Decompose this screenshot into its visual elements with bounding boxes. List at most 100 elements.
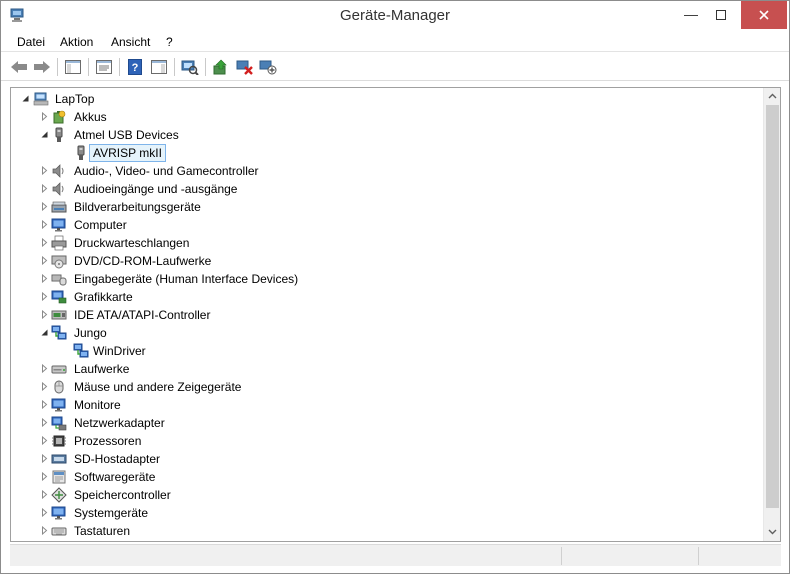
tree-row[interactable]: Monitore [11, 396, 763, 414]
scrollbar-thumb[interactable] [766, 105, 779, 508]
tree-row[interactable]: Grafikkarte [11, 288, 763, 306]
tree-row[interactable]: Akkus [11, 108, 763, 126]
tree-item-label[interactable]: IDE ATA/ATAPI-Controller [74, 306, 210, 324]
tree-row[interactable]: Audioeingänge und -ausgänge [11, 180, 763, 198]
minimize-button[interactable]: — [677, 1, 705, 29]
back-arrow-icon [11, 61, 27, 73]
add-legacy-hardware-button[interactable] [257, 56, 279, 78]
scan-hardware-button[interactable] [179, 56, 201, 78]
tree-item-label[interactable]: Tastaturen [74, 522, 130, 540]
tree-item-label[interactable]: Prozessoren [74, 432, 141, 450]
tree-row[interactable]: Netzwerkadapter [11, 414, 763, 432]
tree-row[interactable]: Bildverarbeitungsgeräte [11, 198, 763, 216]
action-pane-button[interactable] [148, 56, 170, 78]
help-button[interactable]: ? [124, 56, 146, 78]
tree-row[interactable]: Mäuse und andere Zeigegeräte [11, 378, 763, 396]
collapsed-triangle-icon[interactable] [40, 184, 49, 193]
tree-row[interactable]: IDE ATA/ATAPI-Controller [11, 306, 763, 324]
tree-item-label[interactable]: Speichercontroller [74, 486, 171, 504]
tree-row[interactable]: Laufwerke [11, 360, 763, 378]
collapsed-triangle-icon[interactable] [40, 400, 49, 409]
tree-item-label[interactable]: Jungo [74, 324, 107, 342]
close-button[interactable] [741, 1, 787, 29]
tree-item-label[interactable]: Mäuse und andere Zeigegeräte [74, 378, 241, 396]
collapsed-triangle-icon[interactable] [40, 382, 49, 391]
properties-button[interactable] [93, 56, 115, 78]
collapsed-triangle-icon[interactable] [40, 472, 49, 481]
tree-item-label[interactable]: Softwaregeräte [74, 468, 155, 486]
menu-aktion[interactable]: Aktion [58, 33, 95, 51]
tree-item-label[interactable]: Audioeingänge und -ausgänge [74, 180, 237, 198]
tree-item-label[interactable]: Audio-, Video- und Gamecontroller [74, 162, 259, 180]
tree-row[interactable]: Speichercontroller [11, 486, 763, 504]
forward-button[interactable] [31, 56, 53, 78]
collapsed-triangle-icon[interactable] [40, 508, 49, 517]
tree-row[interactable]: Tastaturen [11, 522, 763, 540]
scroll-down-button[interactable] [764, 524, 780, 541]
tree-row[interactable]: SD-Hostadapter [11, 450, 763, 468]
tree-item-label[interactable]: Computer [74, 216, 127, 234]
tree-item-label[interactable]: Eingabegeräte (Human Interface Devices) [74, 270, 298, 288]
tree-item-label[interactable]: SD-Hostadapter [74, 450, 160, 468]
tree-item-label-selected[interactable]: AVRISP mkII [89, 144, 166, 162]
toolbar-separator [57, 58, 58, 76]
collapsed-triangle-icon[interactable] [40, 364, 49, 373]
collapsed-triangle-icon[interactable] [40, 166, 49, 175]
collapsed-triangle-icon[interactable] [40, 274, 49, 283]
collapsed-triangle-icon[interactable] [40, 220, 49, 229]
tree-row[interactable]: DVD/CD-ROM-Laufwerke [11, 252, 763, 270]
tree-item-label[interactable]: Atmel USB Devices [74, 126, 179, 144]
vertical-scrollbar[interactable] [763, 88, 780, 541]
tree-item-label[interactable]: WinDriver [93, 342, 146, 360]
maximize-icon [716, 10, 726, 20]
scroll-up-button[interactable] [764, 88, 780, 105]
collapsed-triangle-icon[interactable] [40, 436, 49, 445]
expanded-triangle-icon[interactable] [40, 130, 49, 139]
uninstall-device-button[interactable] [234, 56, 256, 78]
collapsed-triangle-icon[interactable] [40, 310, 49, 319]
maximize-button[interactable] [707, 1, 735, 29]
collapsed-triangle-icon[interactable] [40, 526, 49, 535]
tree-row[interactable]: Jungo [11, 324, 763, 342]
collapsed-triangle-icon[interactable] [40, 454, 49, 463]
expanded-triangle-icon[interactable] [21, 94, 30, 103]
tree-row[interactable]: Audio-, Video- und Gamecontroller [11, 162, 763, 180]
tree-row[interactable]: LapTop [11, 90, 763, 108]
title-bar[interactable]: Geräte-Manager — [1, 1, 789, 31]
tree-item-label[interactable]: Systemgeräte [74, 504, 148, 522]
tree-item-label[interactable]: Netzwerkadapter [74, 414, 165, 432]
menu-ansicht[interactable]: Ansicht [109, 33, 152, 51]
collapsed-triangle-icon[interactable] [40, 112, 49, 121]
tree-item-label[interactable]: LapTop [55, 90, 94, 108]
tree-row[interactable]: Systemgeräte [11, 504, 763, 522]
tree-item-label[interactable]: Druckwarteschlangen [74, 234, 189, 252]
tree-item-label[interactable]: Monitore [74, 396, 121, 414]
collapsed-triangle-icon[interactable] [40, 256, 49, 265]
collapsed-triangle-icon[interactable] [40, 490, 49, 499]
menu-help[interactable]: ? [164, 33, 175, 51]
tree-row[interactable]: WinDriver [11, 342, 763, 360]
tree-row[interactable]: Softwaregeräte [11, 468, 763, 486]
tree-item-label[interactable]: Akkus [74, 108, 107, 126]
collapsed-triangle-icon[interactable] [40, 238, 49, 247]
console-tree-button[interactable] [62, 56, 84, 78]
device-tree[interactable]: LapTop Akkus Atmel USB Devices AVRISP mkII A… [11, 88, 763, 541]
tree-item-label[interactable]: Laufwerke [74, 360, 129, 378]
tree-row[interactable]: Prozessoren [11, 432, 763, 450]
tree-row[interactable]: AVRISP mkII [11, 144, 763, 162]
update-driver-button[interactable] [210, 56, 232, 78]
tree-row[interactable]: Eingabegeräte (Human Interface Devices) [11, 270, 763, 288]
tree-row[interactable]: Druckwarteschlangen [11, 234, 763, 252]
tree-row[interactable]: Computer [11, 216, 763, 234]
menu-datei[interactable]: Datei [15, 33, 47, 51]
collapsed-triangle-icon[interactable] [40, 202, 49, 211]
tree-item-label[interactable]: DVD/CD-ROM-Laufwerke [74, 252, 211, 270]
expanded-triangle-icon[interactable] [40, 328, 49, 337]
tree-row[interactable]: Atmel USB Devices [11, 126, 763, 144]
collapsed-triangle-icon[interactable] [40, 418, 49, 427]
back-button[interactable] [8, 56, 30, 78]
tree-item-label[interactable]: Bildverarbeitungsgeräte [74, 198, 201, 216]
collapsed-triangle-icon[interactable] [40, 292, 49, 301]
tree-item-label[interactable]: Grafikkarte [74, 288, 133, 306]
ide-controller-icon [51, 310, 67, 320]
